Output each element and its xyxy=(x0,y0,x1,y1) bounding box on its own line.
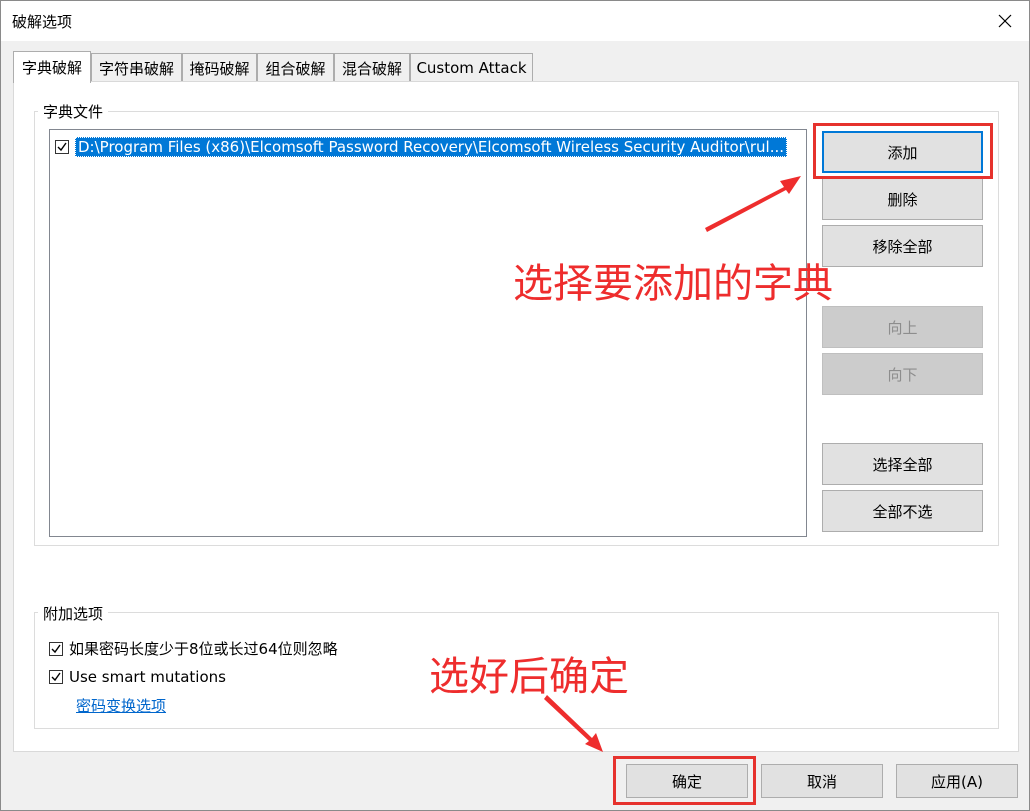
tab-custom-attack[interactable]: Custom Attack xyxy=(410,53,533,82)
checkmark-icon xyxy=(57,142,67,152)
close-icon xyxy=(998,14,1012,28)
list-item[interactable]: D:\Program Files (x86)\Elcomsoft Passwor… xyxy=(55,136,788,158)
file-checkbox[interactable] xyxy=(55,140,69,154)
ignore-length-checkbox[interactable] xyxy=(49,641,63,656)
mutation-options-link[interactable]: 密码变换选项 xyxy=(76,695,166,716)
window-title: 破解选项 xyxy=(12,13,73,31)
close-button[interactable] xyxy=(993,9,1017,33)
remove-all-button[interactable]: 移除全部 xyxy=(822,225,983,267)
ok-button[interactable]: 确定 xyxy=(626,764,748,798)
smart-mutations-option[interactable]: Use smart mutations xyxy=(49,668,226,686)
select-none-button[interactable]: 全部不选 xyxy=(822,490,983,532)
move-up-button[interactable]: 向上 xyxy=(822,306,983,348)
delete-button[interactable]: 删除 xyxy=(822,178,983,220)
dictionary-file-list[interactable]: D:\Program Files (x86)\Elcomsoft Passwor… xyxy=(49,129,807,537)
file-path: D:\Program Files (x86)\Elcomsoft Passwor… xyxy=(75,137,788,157)
tab-combination-attack[interactable]: 组合破解 xyxy=(257,53,334,82)
apply-button[interactable]: 应用(A) xyxy=(896,764,1018,798)
add-button[interactable]: 添加 xyxy=(822,131,983,173)
title-bar: 破解选项 xyxy=(1,1,1029,41)
ignore-length-label: 如果密码长度少于8位或长过64位则忽略 xyxy=(69,640,338,658)
dialog-window: 破解选项 字典破解 字符串破解 掩码破解 组合破解 混合破解 Custom At… xyxy=(0,0,1030,811)
tab-mask-attack[interactable]: 掩码破解 xyxy=(182,53,257,82)
checkmark-icon xyxy=(51,644,61,653)
smart-mutations-label: Use smart mutations xyxy=(69,668,226,686)
move-down-button[interactable]: 向下 xyxy=(822,353,983,395)
dictionary-files-label: 字典文件 xyxy=(38,101,109,122)
checkmark-icon xyxy=(51,672,61,682)
tab-hybrid-attack[interactable]: 混合破解 xyxy=(334,53,410,82)
choose-dictionary-annotation: 选择要添加的字典 xyxy=(513,261,833,307)
tab-dictionary-attack[interactable]: 字典破解 xyxy=(13,51,91,83)
select-all-button[interactable]: 选择全部 xyxy=(822,443,983,485)
extra-options-label: 附加选项 xyxy=(38,603,109,624)
ignore-length-option[interactable]: 如果密码长度少于8位或长过64位则忽略 xyxy=(49,638,338,659)
smart-mutations-checkbox[interactable] xyxy=(49,670,63,684)
cancel-button[interactable]: 取消 xyxy=(761,764,883,798)
arrow-to-add-icon xyxy=(705,176,801,232)
arrow-to-ok-icon xyxy=(544,695,603,752)
tab-string-attack[interactable]: 字符串破解 xyxy=(91,53,182,82)
